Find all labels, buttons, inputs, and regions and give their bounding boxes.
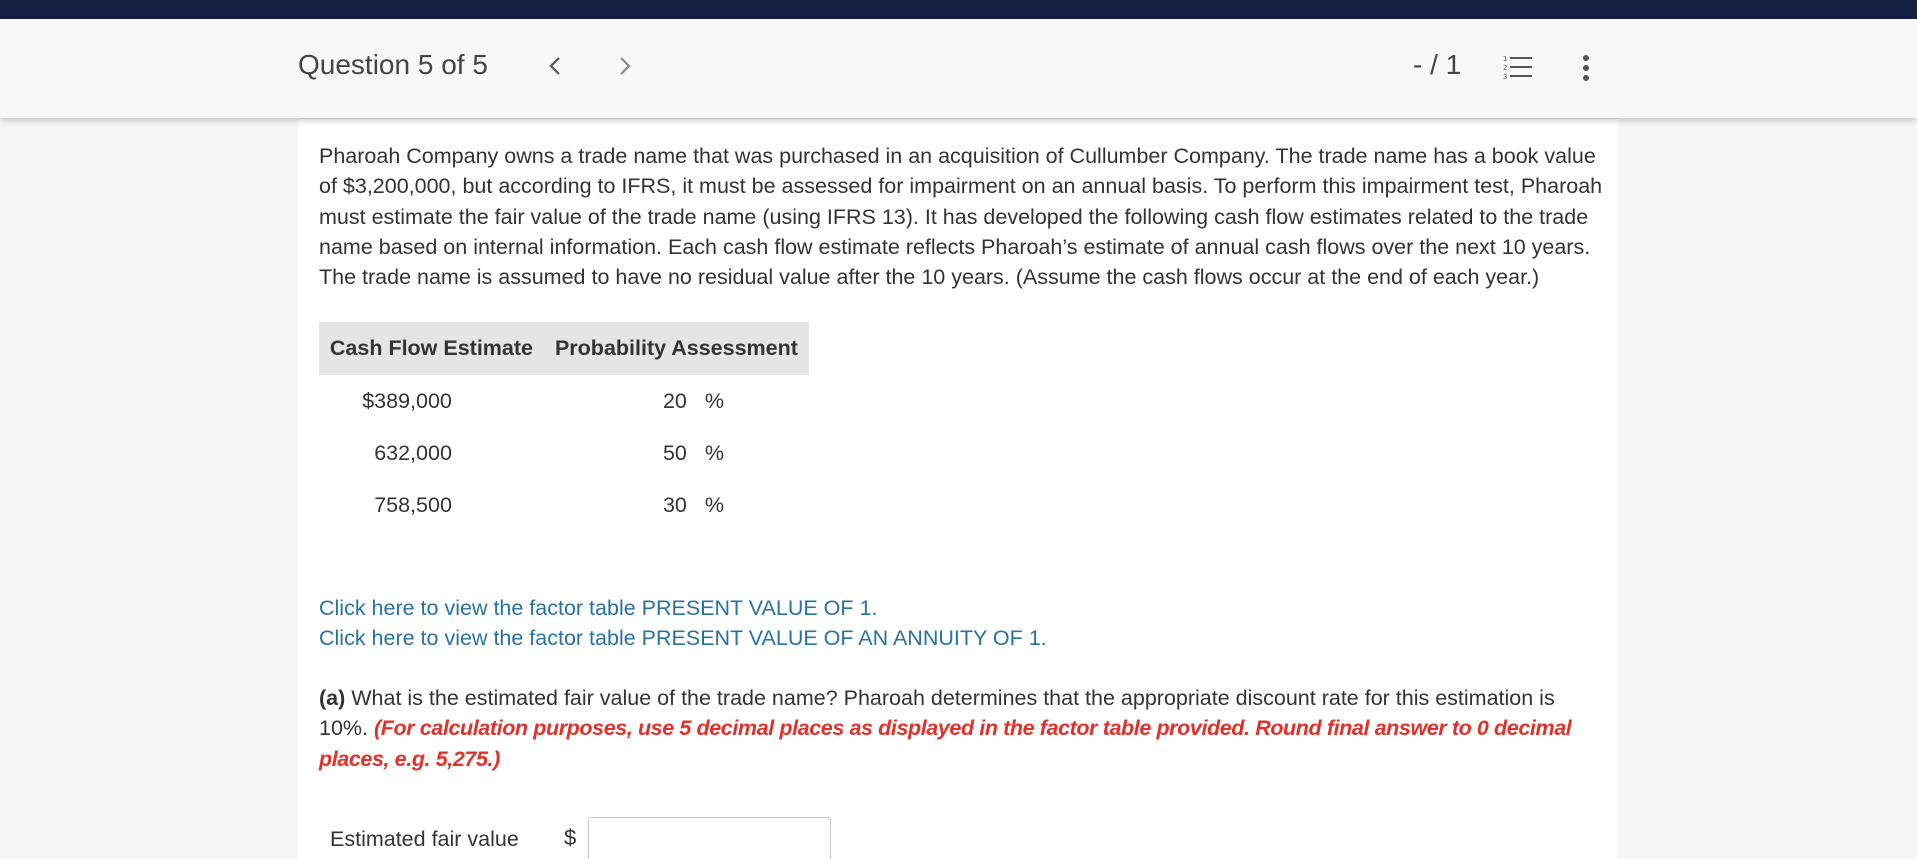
column-header-probability: Probability Assessment: [543, 322, 809, 375]
rounding-instruction: (For calculation purposes, use 5 decimal…: [319, 716, 1572, 771]
factor-table-links: Click here to view the factor table PRES…: [319, 593, 1047, 654]
pv-annuity-link[interactable]: Click here to view the factor table PRES…: [319, 623, 1047, 653]
numbered-list-icon: 1 2 3: [1503, 55, 1532, 81]
question-list-button[interactable]: 1 2 3: [1502, 53, 1534, 83]
previous-question-button[interactable]: [540, 51, 570, 81]
probability-cell: 20%: [544, 375, 809, 427]
cash-flow-amount: $389,000: [362, 388, 452, 413]
cash-flow-amount: 632,000: [374, 440, 452, 465]
probability-cell: 30%: [544, 479, 809, 531]
score-display: - / 1: [1413, 49, 1462, 80]
table-row: 632,000 50%: [319, 427, 809, 479]
vertical-dots-icon: [1583, 55, 1589, 81]
svg-text:1: 1: [1503, 55, 1507, 63]
more-options-button[interactable]: [1572, 53, 1600, 83]
percent-unit: %: [704, 388, 724, 413]
cash-flow-table: Cash Flow Estimate Probability Assessmen…: [319, 322, 809, 531]
probability-value: 20: [662, 388, 687, 413]
currency-symbol: $: [564, 825, 577, 850]
table-row: 758,500 30%: [319, 479, 809, 531]
estimated-fair-value-label: Estimated fair value: [330, 827, 519, 851]
question-title: Question 5 of 5: [298, 49, 488, 80]
table-row: $389,000 20%: [319, 375, 809, 427]
question-prompt: Pharoah Company owns a trade name that w…: [319, 144, 1603, 290]
chevron-right-icon: [620, 57, 631, 75]
cash-flow-amount: 758,500: [374, 492, 452, 517]
part-a-label: (a): [319, 686, 346, 710]
next-question-button[interactable]: [610, 51, 640, 81]
percent-unit: %: [704, 492, 724, 517]
question-header: Question 5 of 5 - / 1 1 2 3: [0, 19, 1917, 118]
probability-value: 50: [662, 440, 687, 465]
question-content: Pharoah Company owns a trade name that w…: [298, 118, 1618, 859]
pv-of-1-link[interactable]: Click here to view the factor table PRES…: [319, 593, 1047, 623]
probability-value: 30: [662, 492, 687, 517]
chevron-left-icon: [549, 57, 560, 75]
percent-unit: %: [704, 440, 724, 465]
probability-cell: 50%: [544, 427, 809, 479]
part-a-question: (a) What is the estimated fair value of …: [319, 683, 1609, 774]
column-header-cash-flow: Cash Flow Estimate: [319, 322, 544, 375]
svg-text:3: 3: [1503, 73, 1507, 81]
estimated-fair-value-input[interactable]: [588, 817, 831, 859]
svg-text:2: 2: [1503, 64, 1507, 72]
top-strip: [0, 0, 1917, 19]
